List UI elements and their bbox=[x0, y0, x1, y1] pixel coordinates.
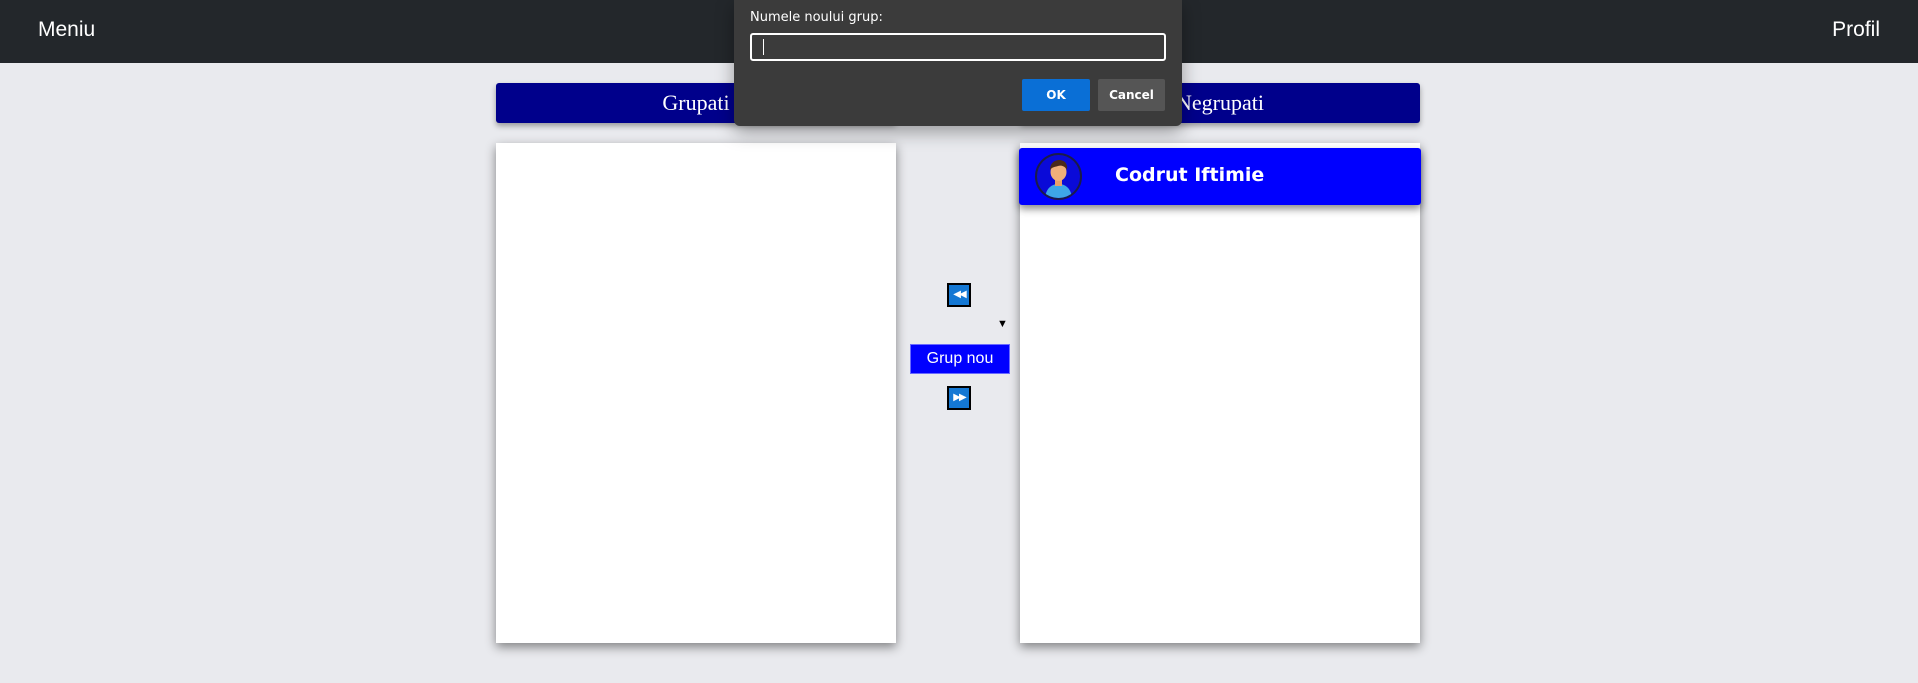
user-name: Codrut Iftimie bbox=[1115, 164, 1265, 186]
ungrouped-list-panel bbox=[1020, 143, 1420, 643]
new-group-button[interactable]: Grup nou bbox=[910, 344, 1010, 374]
prompt-dialog: Numele noului grup: OK Cancel bbox=[734, 0, 1182, 126]
move-right-button[interactable]: ▶▶ bbox=[947, 386, 971, 410]
menu-link[interactable]: Meniu bbox=[38, 18, 95, 42]
grouped-list-panel bbox=[496, 143, 896, 643]
user-card[interactable]: Codrut Iftimie bbox=[1019, 148, 1421, 205]
profile-link[interactable]: Profil bbox=[1832, 18, 1880, 42]
user-avatar-icon bbox=[1035, 153, 1082, 200]
chevron-down-icon[interactable]: ▼ bbox=[997, 318, 1008, 330]
cancel-button[interactable]: Cancel bbox=[1098, 79, 1165, 111]
dialog-label: Numele noului grup: bbox=[750, 10, 883, 25]
ok-button[interactable]: OK bbox=[1022, 79, 1090, 111]
text-cursor bbox=[763, 39, 764, 55]
move-left-button[interactable]: ◀◀ bbox=[947, 283, 971, 307]
group-name-input[interactable] bbox=[750, 33, 1166, 61]
